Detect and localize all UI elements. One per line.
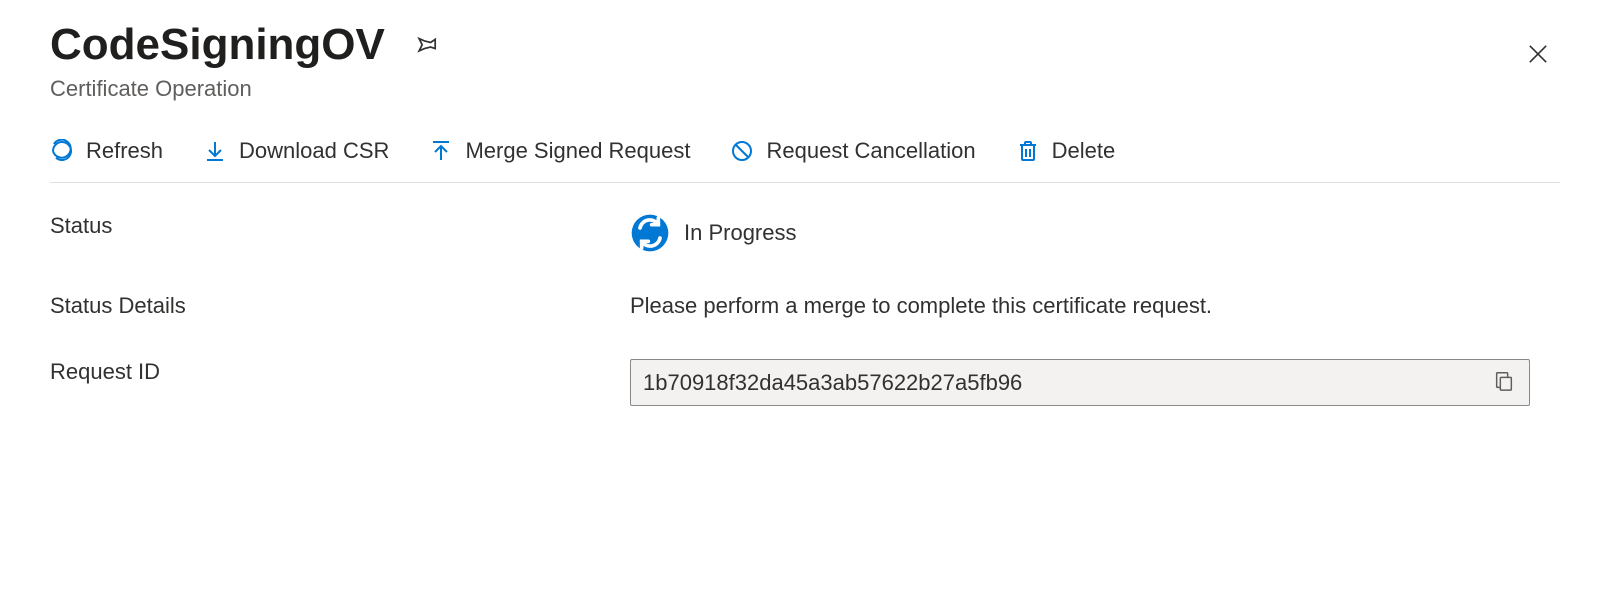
merge-signed-request-button[interactable]: Merge Signed Request: [429, 138, 690, 164]
status-details-row: Status Details Please perform a merge to…: [50, 293, 1560, 319]
page-title: CodeSigningOV: [50, 20, 385, 70]
status-row: Status In Progress: [50, 213, 1560, 253]
download-csr-label: Download CSR: [239, 138, 389, 164]
status-details-value: Please perform a merge to complete this …: [630, 293, 1560, 319]
request-id-row: Request ID 1b70918f32da45a3ab57622b27a5f…: [50, 359, 1560, 406]
pin-button[interactable]: [409, 27, 443, 64]
page-subtitle: Certificate Operation: [50, 76, 443, 102]
refresh-button[interactable]: Refresh: [50, 138, 163, 164]
delete-button[interactable]: Delete: [1016, 138, 1116, 164]
refresh-icon: [50, 139, 74, 163]
refresh-label: Refresh: [86, 138, 163, 164]
status-value: In Progress: [684, 220, 797, 246]
delete-label: Delete: [1052, 138, 1116, 164]
copy-request-id-button[interactable]: [1491, 368, 1517, 397]
delete-icon: [1016, 139, 1040, 163]
close-button[interactable]: [1516, 32, 1560, 79]
upload-icon: [429, 139, 453, 163]
close-icon: [1524, 56, 1552, 71]
page-header: CodeSigningOV Certificate Operation: [50, 20, 1560, 102]
request-cancellation-button[interactable]: Request Cancellation: [730, 138, 975, 164]
details-section: Status In Progress Status Details Please…: [50, 213, 1560, 406]
download-csr-button[interactable]: Download CSR: [203, 138, 389, 164]
pin-icon: [413, 45, 439, 60]
title-block: CodeSigningOV Certificate Operation: [50, 20, 443, 102]
download-icon: [203, 139, 227, 163]
copy-icon: [1493, 380, 1515, 395]
status-label: Status: [50, 213, 630, 239]
in-progress-icon: [630, 213, 670, 253]
request-id-field: 1b70918f32da45a3ab57622b27a5fb96: [630, 359, 1530, 406]
request-id-label: Request ID: [50, 359, 630, 385]
title-row: CodeSigningOV: [50, 20, 443, 70]
command-bar: Refresh Download CSR Merge Signed Reques…: [50, 138, 1560, 183]
cancel-icon: [730, 139, 754, 163]
status-details-label: Status Details: [50, 293, 630, 319]
merge-signed-label: Merge Signed Request: [465, 138, 690, 164]
request-id-value-container: 1b70918f32da45a3ab57622b27a5fb96: [630, 359, 1560, 406]
status-value-container: In Progress: [630, 213, 1560, 253]
request-id-value: 1b70918f32da45a3ab57622b27a5fb96: [643, 370, 1022, 396]
request-cancellation-label: Request Cancellation: [766, 138, 975, 164]
